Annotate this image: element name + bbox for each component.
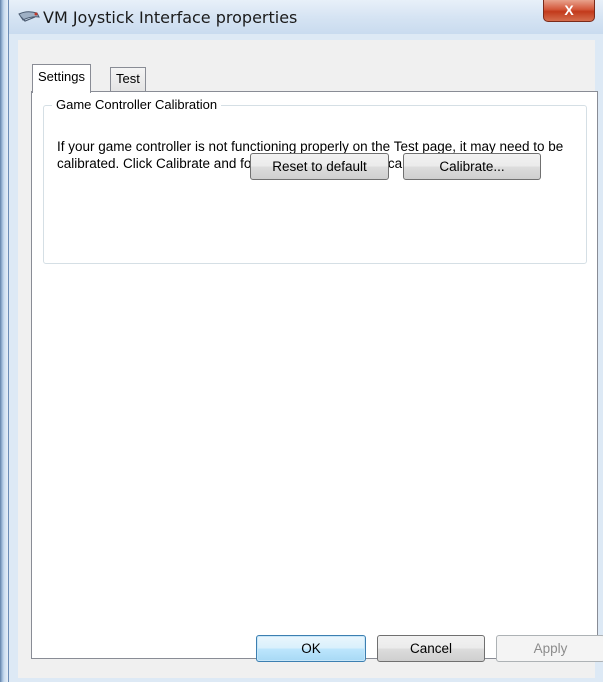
dialog-client-area: Settings Test Game Controller Calibratio… bbox=[18, 40, 603, 678]
window-title: VM Joystick Interface properties bbox=[43, 8, 298, 27]
title-bar[interactable]: VM Joystick Interface properties X bbox=[9, 0, 603, 34]
close-icon: X bbox=[564, 2, 574, 18]
properties-dialog: VM Joystick Interface properties X Setti… bbox=[8, 0, 603, 682]
ok-button[interactable]: OK bbox=[256, 635, 366, 662]
close-button[interactable]: X bbox=[543, 0, 595, 22]
reset-to-default-button[interactable]: Reset to default bbox=[250, 153, 389, 180]
calibration-groupbox: Game Controller Calibration If your game… bbox=[43, 97, 587, 264]
cancel-button[interactable]: Cancel bbox=[377, 635, 485, 662]
tab-settings[interactable]: Settings bbox=[32, 64, 91, 93]
apply-button[interactable]: Apply bbox=[496, 635, 603, 662]
groupbox-title: Game Controller Calibration bbox=[52, 97, 222, 112]
tab-test[interactable]: Test bbox=[110, 67, 146, 92]
background-window-edge bbox=[0, 0, 8, 682]
calibrate-button[interactable]: Calibrate... bbox=[403, 153, 541, 180]
joystick-app-icon bbox=[17, 8, 41, 26]
